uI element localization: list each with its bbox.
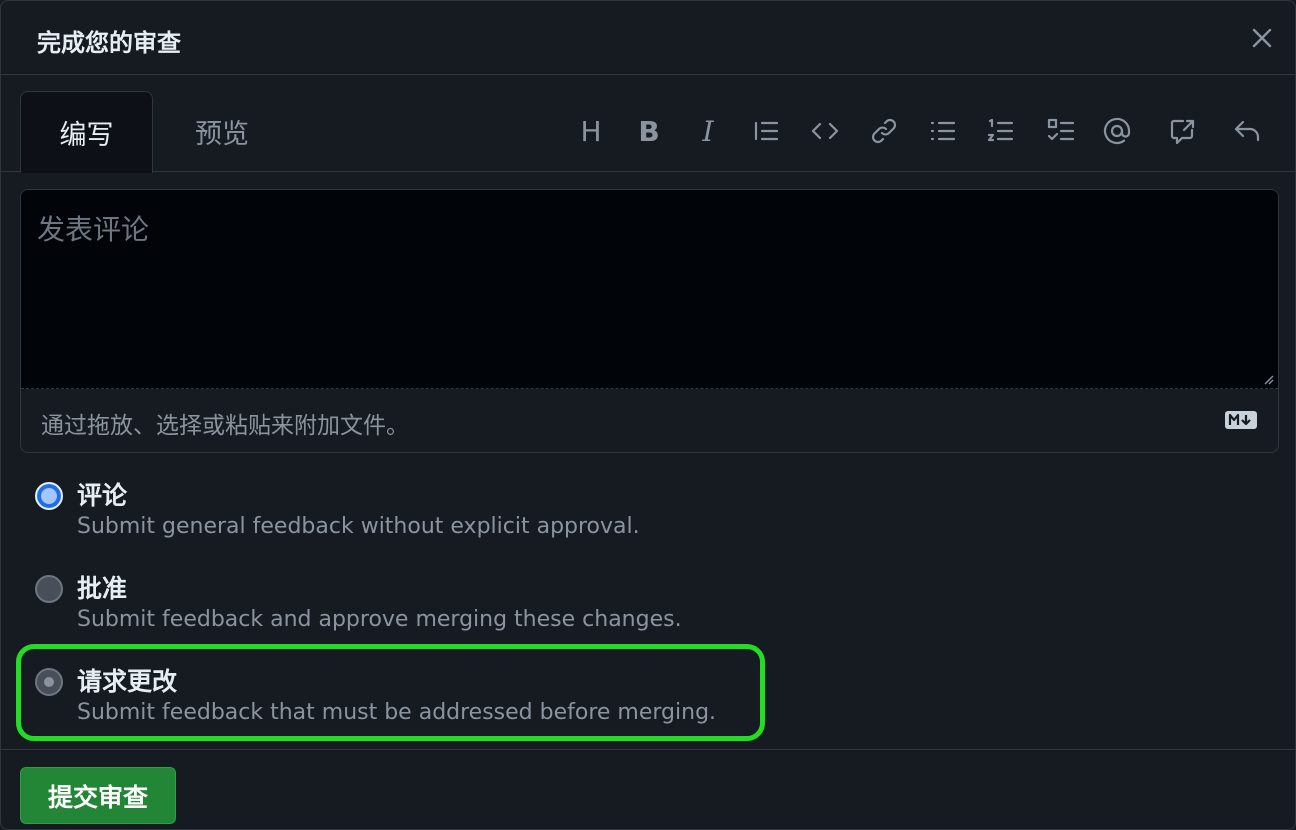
task-list-icon xyxy=(1047,118,1075,141)
mention-icon xyxy=(1103,117,1131,145)
code-button[interactable] xyxy=(807,113,843,149)
undo-button[interactable] xyxy=(1229,113,1265,149)
radio-request-changes[interactable] xyxy=(35,668,63,696)
heading-icon: H xyxy=(580,114,602,148)
option-approve-description: Submit feedback and approve merging thes… xyxy=(77,607,682,632)
markdown-icon[interactable] xyxy=(1224,410,1258,430)
option-comment[interactable]: 评论 Submit general feedback without expli… xyxy=(35,476,775,546)
review-dialog: 完成您的审查 编写 预览 H B I 发表评论 通过拖放、选择或粘贴来附加文件。… xyxy=(0,0,1296,830)
option-request-changes-description: Submit feedback that must be addressed b… xyxy=(77,700,717,725)
reference-button[interactable] xyxy=(1165,113,1201,149)
option-request-changes[interactable]: 请求更改 Submit feedback that must be addres… xyxy=(35,662,775,732)
link-icon xyxy=(871,118,897,144)
reply-icon xyxy=(1234,120,1260,142)
option-approve-label: 批准 xyxy=(77,574,128,603)
option-comment-description: Submit general feedback without explicit… xyxy=(77,514,640,539)
option-approve[interactable]: 批准 Submit feedback and approve merging t… xyxy=(35,569,775,639)
option-comment-label: 评论 xyxy=(77,481,128,510)
dialog-header: 完成您的审查 xyxy=(1,1,1295,75)
italic-button[interactable]: I xyxy=(690,113,726,149)
link-button[interactable] xyxy=(866,113,902,149)
heading-button[interactable]: H xyxy=(573,113,609,149)
italic-icon: I xyxy=(702,114,714,148)
footer-divider xyxy=(1,749,1295,750)
tab-preview[interactable]: 预览 xyxy=(161,91,283,172)
bulleted-list-icon xyxy=(930,121,956,141)
task-list-button[interactable] xyxy=(1043,113,1079,149)
code-icon xyxy=(811,122,839,140)
close-icon xyxy=(1252,28,1272,48)
submit-review-button[interactable]: 提交审查 xyxy=(20,767,176,824)
bulleted-list-button[interactable] xyxy=(925,113,961,149)
comment-editor: 通过拖放、选择或粘贴来附加文件。 xyxy=(20,189,1279,453)
comment-input[interactable] xyxy=(21,190,1278,389)
bold-button[interactable]: B xyxy=(631,113,667,149)
numbered-list-icon xyxy=(987,118,1014,142)
bold-icon: B xyxy=(638,114,660,148)
close-button[interactable] xyxy=(1247,23,1277,53)
radio-approve[interactable] xyxy=(35,575,63,603)
quote-icon xyxy=(754,121,779,141)
radio-comment[interactable] xyxy=(35,482,63,510)
attach-files-hint[interactable]: 通过拖放、选择或粘贴来附加文件。 xyxy=(41,406,409,440)
quote-button[interactable] xyxy=(748,113,784,149)
cross-reference-icon xyxy=(1170,119,1195,145)
mention-button[interactable] xyxy=(1099,113,1135,149)
option-request-changes-label: 请求更改 xyxy=(77,667,178,696)
tab-write[interactable]: 编写 xyxy=(20,91,153,173)
dialog-title: 完成您的审查 xyxy=(37,29,181,57)
numbered-list-button[interactable] xyxy=(983,113,1019,149)
resize-handle-icon[interactable] xyxy=(1262,373,1274,385)
